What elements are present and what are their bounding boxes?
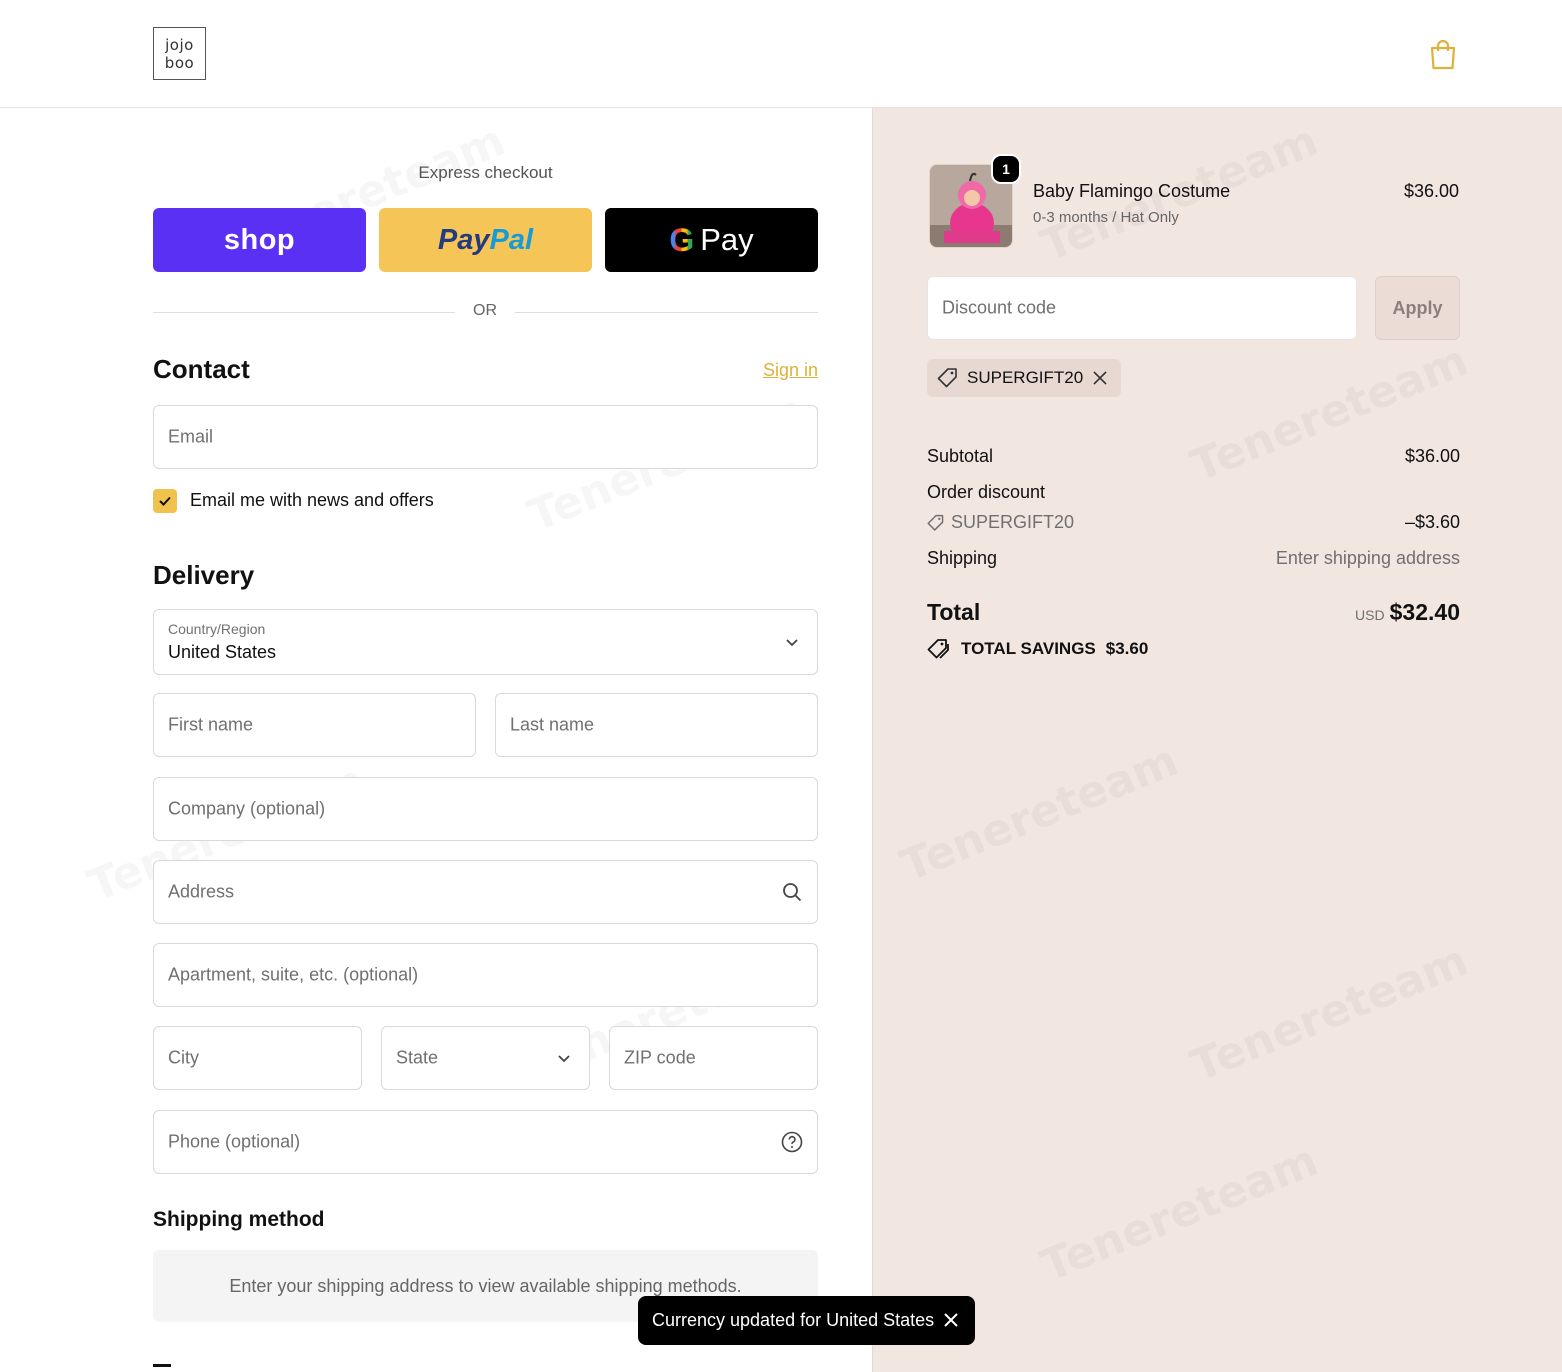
savings-label: TOTAL SAVINGS (961, 639, 1096, 658)
subtotal-label: Subtotal (927, 446, 994, 466)
total-label: Total (927, 599, 981, 625)
shopping-bag-icon[interactable] (1428, 38, 1458, 70)
order-summary: Tenereteam Tenereteam Tenereteam Teneret… (872, 108, 1562, 1372)
applied-code-text: SUPERGIFT20 (967, 368, 1084, 387)
address-placeholder: Address (168, 881, 235, 902)
address-field[interactable]: Address (153, 860, 818, 924)
first-name-field[interactable]: First name (153, 693, 476, 757)
tag-icon (937, 368, 957, 388)
logo-text-line2: boo (164, 53, 195, 72)
contact-heading: Contact (153, 354, 250, 384)
company-placeholder: Company (optional) (168, 798, 326, 819)
currency-toast: Currency updated for United States (638, 1296, 975, 1345)
google-pay-label: Pay (700, 222, 754, 257)
toast-message: Currency updated for United States (652, 1310, 935, 1330)
discount-value: –$3.60 (1404, 512, 1460, 532)
total-currency: USD (1355, 607, 1385, 623)
apartment-placeholder: Apartment, suite, etc. (optional) (168, 964, 419, 985)
shipping-method-message: Enter your shipping address to view avai… (229, 1275, 742, 1296)
apply-label: Apply (1392, 297, 1443, 318)
zip-field[interactable]: ZIP code (609, 1026, 818, 1090)
phone-field[interactable]: Phone (optional) (153, 1110, 818, 1174)
country-value: United States (168, 642, 277, 662)
chevron-down-icon (558, 1055, 570, 1063)
watermark: Tenereteam (1184, 935, 1475, 1092)
order-discount-label: Order discount (927, 482, 1046, 502)
paypal-label-pal: Pal (489, 223, 534, 256)
discount-code-text: SUPERGIFT20 (951, 512, 1075, 532)
state-select[interactable]: State (381, 1026, 590, 1090)
chevron-down-icon (786, 639, 798, 647)
shop-pay-label: shop (223, 223, 296, 256)
help-icon[interactable] (781, 1131, 803, 1153)
product-variant: 0-3 months / Hat Only (1033, 209, 1179, 226)
email-field[interactable]: Email (153, 405, 818, 469)
shipping-value: Enter shipping address (1275, 548, 1460, 568)
applied-discount-chip: SUPERGIFT20 (927, 359, 1122, 397)
google-g-icon: G (669, 221, 695, 258)
store-logo[interactable]: jojo boo (153, 27, 206, 80)
savings-value: $3.60 (1105, 639, 1149, 658)
company-field[interactable]: Company (optional) (153, 777, 818, 841)
express-checkout-title: Express checkout (418, 163, 553, 182)
quantity-badge: 1 (991, 154, 1021, 184)
shipping-method-heading: Shipping method (153, 1208, 325, 1231)
first-name-placeholder: First name (168, 714, 254, 735)
product-price: $36.00 (1403, 181, 1459, 201)
or-divider-text: OR (473, 302, 497, 319)
google-pay-button[interactable]: G Pay (605, 208, 818, 272)
divider (153, 312, 455, 313)
phone-placeholder: Phone (optional) (168, 1131, 301, 1152)
discount-code-input[interactable]: Discount code (927, 276, 1357, 340)
shipping-label: Shipping (927, 548, 998, 568)
sign-in-link[interactable]: Sign in (740, 360, 818, 381)
product-name: Baby Flamingo Costume (1033, 181, 1231, 201)
savings-tag-icon (927, 639, 949, 659)
next-section-heading-peek (153, 1364, 171, 1372)
watermark: Tenereteam (1034, 1135, 1325, 1292)
divider (515, 312, 818, 313)
zip-placeholder: ZIP code (624, 1047, 696, 1068)
remove-discount-icon[interactable] (1091, 369, 1109, 387)
state-placeholder: State (396, 1047, 439, 1068)
logo-text-line1: jojo (165, 35, 194, 54)
total-value: $32.40 (1389, 599, 1460, 625)
header: jojo boo (0, 0, 1562, 108)
paypal-button[interactable]: Pay Pal (379, 208, 592, 272)
email-placeholder: Email (168, 426, 214, 447)
newsletter-checkbox[interactable] (153, 489, 177, 513)
close-icon[interactable] (941, 1310, 961, 1330)
country-select[interactable]: Country/Region United States (153, 609, 818, 675)
checkout-form-column: Tenereteam Tenereteam Tenereteam Teneret… (0, 108, 872, 1372)
tag-icon (927, 514, 944, 531)
shop-pay-button[interactable]: shop (153, 208, 366, 272)
checkmark-icon (159, 496, 171, 506)
discount-code-placeholder: Discount code (942, 297, 1057, 318)
last-name-placeholder: Last name (510, 714, 595, 735)
paypal-label-pay: Pay (437, 223, 490, 256)
discount-code-row: SUPERGIFT20 (927, 512, 1074, 533)
watermark: Tenereteam (894, 735, 1185, 892)
country-label: Country/Region (168, 621, 266, 637)
watermark: Tenereteam (1184, 335, 1475, 492)
apartment-field[interactable]: Apartment, suite, etc. (optional) (153, 943, 818, 1007)
newsletter-label: Email me with news and offers (190, 490, 434, 510)
last-name-field[interactable]: Last name (495, 693, 818, 757)
search-icon[interactable] (781, 881, 803, 903)
city-placeholder: City (168, 1047, 199, 1068)
city-field[interactable]: City (153, 1026, 362, 1090)
apply-discount-button[interactable]: Apply (1375, 276, 1460, 340)
total-savings: TOTAL SAVINGS $3.60 (927, 638, 1148, 660)
subtotal-value: $36.00 (1404, 446, 1460, 466)
delivery-heading: Delivery (153, 560, 255, 590)
